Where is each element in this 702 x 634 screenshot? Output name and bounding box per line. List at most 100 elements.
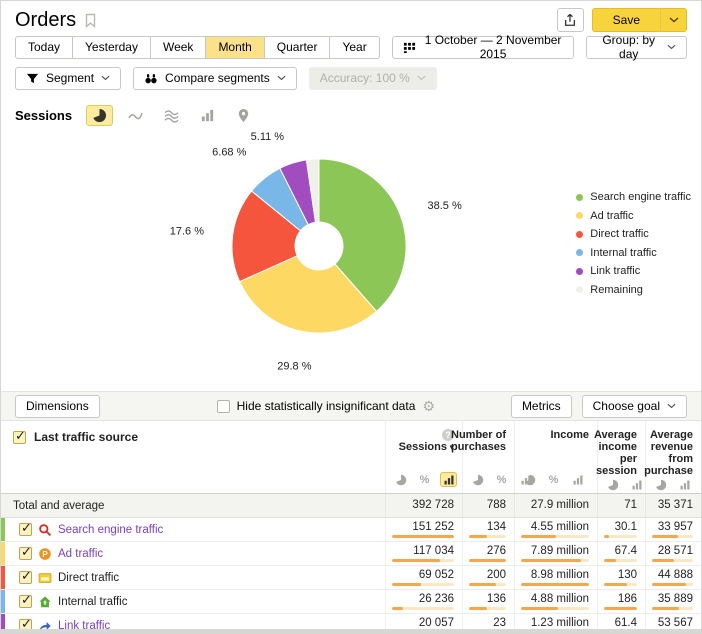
group-by-button[interactable]: Group: by day — [586, 36, 687, 59]
line-chart-icon[interactable] — [122, 105, 149, 126]
legend-item-ad-traffic[interactable]: Ad traffic — [576, 207, 691, 226]
percent-view-icon[interactable]: % — [416, 472, 433, 487]
row-checkbox[interactable] — [19, 547, 32, 560]
column-sort-label[interactable]: Average revenue from purchase — [644, 429, 693, 477]
cell-value: 200 — [462, 566, 514, 589]
period-tab-week[interactable]: Week — [150, 36, 206, 59]
map-chart-icon[interactable] — [230, 105, 257, 126]
table-row-ad-traffic: PAd traffic117 0342767.89 million67.428 … — [1, 542, 701, 566]
period-tab-year[interactable]: Year — [329, 36, 379, 59]
row-label-cell: P Ad traffic — [1, 542, 385, 565]
period-tab-month[interactable]: Month — [205, 36, 264, 59]
period-tab-quarter[interactable]: Quarter — [264, 36, 331, 59]
chevron-down-icon — [277, 75, 286, 81]
gear-icon[interactable]: ⚙ — [422, 399, 435, 413]
choose-goal-button[interactable]: Choose goal — [582, 395, 687, 418]
dimension-checkbox[interactable] — [13, 431, 26, 444]
column-label: Income — [550, 429, 589, 441]
accuracy-label: Accuracy: 100 % — [320, 71, 410, 85]
legend-dot — [576, 212, 583, 219]
value-bar — [652, 559, 693, 562]
row-label[interactable]: Search engine traffic — [58, 524, 163, 536]
legend-item-remaining[interactable]: Remaining — [576, 281, 691, 300]
orders-report-page: Orders Save TodayYesterdayWeekMonthQuart… — [0, 0, 702, 634]
cell-value: 69 052 — [385, 566, 462, 589]
legend-item-link-traffic[interactable]: Link traffic — [576, 262, 691, 281]
percent-view-icon[interactable]: % — [545, 472, 562, 487]
cell-value: 151 252 — [385, 518, 462, 541]
table-body: Total and average392 72878827.9 million7… — [1, 494, 701, 634]
value-bar — [469, 583, 506, 586]
top-actions: Save — [557, 8, 687, 32]
export-button[interactable] — [557, 8, 584, 32]
value-bar — [652, 535, 693, 538]
bookmark-icon[interactable] — [84, 13, 97, 28]
pie-view-icon[interactable] — [469, 472, 486, 487]
pie-chart-icon[interactable] — [86, 105, 113, 126]
legend-item-direct-traffic[interactable]: Direct traffic — [576, 225, 691, 244]
metrics-button[interactable]: Metrics — [511, 395, 572, 418]
legend-item-search-engine-traffic[interactable]: Search engine traffic — [576, 188, 691, 207]
stacked-area-chart-icon[interactable] — [158, 105, 185, 126]
column-view-switcher: % — [392, 472, 457, 487]
value-bar — [469, 607, 506, 610]
accuracy-control: Accuracy: 100 % — [309, 67, 437, 90]
value-bar — [392, 607, 454, 610]
date-range-button[interactable]: 1 October — 2 November 2015 — [392, 36, 575, 59]
row-label-cell: Internal traffic — [1, 590, 385, 613]
dimension-header-label: Last traffic source — [34, 430, 138, 444]
bars-view-icon[interactable] — [569, 472, 586, 487]
save-button[interactable]: Save — [592, 8, 660, 32]
compare-segments-button[interactable]: Compare segments — [133, 67, 297, 90]
column-sort-label[interactable]: Average income per session — [594, 429, 637, 477]
percent-view-icon[interactable]: % — [493, 472, 510, 487]
bars-view-icon[interactable] — [628, 477, 645, 492]
segment-button[interactable]: Segment — [15, 67, 121, 90]
legend-label: Link traffic — [590, 265, 640, 277]
value-bar — [392, 583, 454, 586]
cell-value: 130 — [597, 566, 645, 589]
column-sort-label[interactable]: Number of purchases — [451, 429, 506, 453]
hide-insignificant-checkbox[interactable] — [217, 400, 230, 413]
table-row-direct-traffic: Direct traffic69 0522008.98 million13044… — [1, 566, 701, 590]
column-label: Average income per session — [594, 429, 637, 477]
save-dropdown-button[interactable] — [660, 8, 687, 32]
legend-dot — [576, 268, 583, 275]
row-checkbox[interactable] — [19, 571, 32, 584]
period-tab-today[interactable]: Today — [15, 36, 73, 59]
value-bar — [652, 607, 693, 610]
svg-text:P: P — [42, 549, 47, 558]
cell-value: 136 — [462, 590, 514, 613]
value-bar — [469, 559, 506, 562]
pie-view-icon[interactable] — [604, 477, 621, 492]
column-sort-label[interactable]: Income — [550, 429, 589, 441]
row-color-stripe — [1, 542, 5, 565]
bars-view-icon[interactable] — [440, 472, 457, 487]
pie-view-icon[interactable] — [521, 472, 538, 487]
choose-goal-label: Choose goal — [593, 399, 660, 413]
cell-value: 35 889 — [645, 590, 701, 613]
period-tabs: TodayYesterdayWeekMonthQuarterYear — [15, 36, 380, 59]
row-label[interactable]: Ad traffic — [58, 548, 103, 560]
row-color-stripe — [1, 518, 5, 541]
column-sort-label[interactable]: ? Sessions ▾ — [392, 429, 454, 453]
bars-chart-icon[interactable] — [194, 105, 221, 126]
value-bar — [392, 559, 454, 562]
row-checkbox[interactable] — [19, 523, 32, 536]
row-checkbox[interactable] — [19, 595, 32, 608]
column-view-switcher: % — [521, 472, 586, 487]
legend-label: Remaining — [590, 284, 643, 296]
group-by-label: Group: by day — [597, 33, 660, 61]
pie-slice-label: 29.8 % — [277, 360, 311, 372]
dimensions-button[interactable]: Dimensions — [15, 395, 100, 418]
pie-view-icon[interactable] — [652, 477, 669, 492]
table-header-row: Last traffic source ? Sessions ▾% Number … — [1, 421, 701, 494]
metric-row: Sessions — [1, 104, 701, 126]
pie-view-icon[interactable] — [392, 472, 409, 487]
legend-label: Direct traffic — [590, 228, 648, 240]
table-row-search-engine-traffic: Search engine traffic151 2521344.55 mill… — [1, 518, 701, 542]
bars-view-icon[interactable] — [676, 477, 693, 492]
chevron-down-icon — [101, 75, 110, 81]
legend-item-internal-traffic[interactable]: Internal traffic — [576, 244, 691, 263]
period-tab-yesterday[interactable]: Yesterday — [72, 36, 151, 59]
